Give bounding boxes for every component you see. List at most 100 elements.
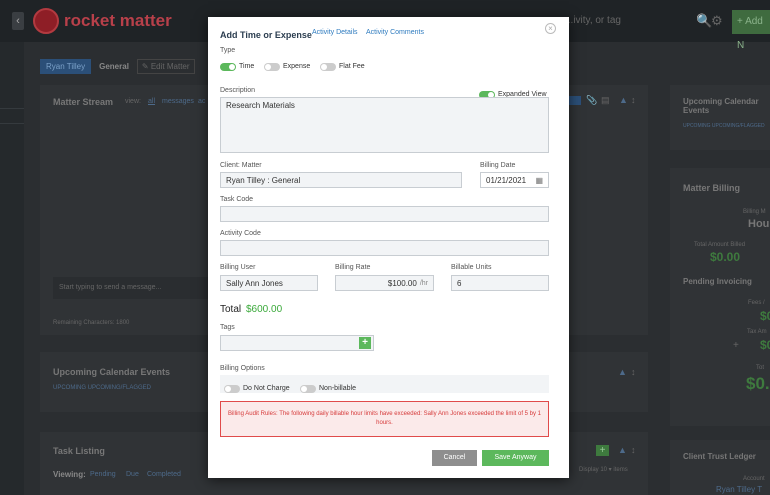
non-billable-toggle[interactable]: Non-billable [300, 380, 356, 398]
do-not-charge-toggle[interactable]: Do Not Charge [224, 380, 290, 398]
tax-label: Tax Am [747, 329, 767, 335]
logo[interactable]: rocket matter [33, 8, 172, 34]
upcoming-events-tabs[interactable]: UPCOMING UPCOMING/FLAGGED [53, 385, 151, 391]
pending-invoicing-title: Pending Invoicing [683, 277, 752, 286]
tab-activity-comments[interactable]: Activity Comments [366, 29, 424, 36]
billing-date-value: 01/21/2021 [486, 175, 527, 185]
close-icon[interactable]: × [545, 23, 556, 34]
search-input[interactable]: ...ivity, or tag [565, 15, 621, 26]
filter-activities[interactable]: ac [198, 98, 205, 105]
toggle-off-icon [264, 62, 280, 71]
tag-icon[interactable]: ▤ [601, 95, 610, 106]
billing-rate-value: $100.00 [387, 278, 417, 288]
calendar-icon[interactable]: ▦ [535, 176, 543, 185]
breadcrumb-matter[interactable]: General [95, 59, 133, 74]
breadcrumb: Ryan Tilley General ✎ Edit Matter [40, 59, 195, 74]
billable-units-value: 6 [457, 278, 462, 288]
matter-stream-title: Matter Stream [53, 97, 114, 107]
billing-method-label: Billing M [743, 209, 766, 215]
total-billed-value: $0.00 [710, 250, 741, 264]
billing-user-field[interactable]: Sally Ann Jones [220, 275, 318, 291]
description-label: Description [220, 87, 256, 94]
billing-rate-field[interactable]: $100.00 /hr [335, 275, 434, 291]
add-time-expense-modal: Add Time or Expense Activity Details Act… [208, 17, 569, 478]
billing-user-label: Billing User [220, 264, 256, 271]
message-input[interactable]: Start typing to send a message... [53, 277, 213, 299]
task-code-label: Task Code [220, 196, 254, 203]
matter-billing-panel: Matter Billing Billing M Hou Total Amoun… [670, 168, 770, 426]
breadcrumb-client[interactable]: Ryan Tilley [40, 59, 92, 74]
billable-units-field[interactable]: 6 [451, 275, 549, 291]
billing-options-label: Billing Options [220, 365, 265, 372]
task-filter-due[interactable]: Due [126, 471, 139, 478]
collapse-icon[interactable]: ▲ [618, 445, 627, 455]
add-tag-plus-icon[interactable]: + [359, 337, 371, 349]
save-anyway-button[interactable]: Save Anyway [482, 450, 549, 466]
client-matter-field[interactable]: Ryan Tilley : General [220, 172, 462, 188]
edit-matter-button[interactable]: ✎ Edit Matter [136, 59, 195, 74]
back-tab[interactable]: ‹ [12, 12, 24, 30]
logo-mark-icon [33, 8, 59, 34]
billing-user-value: Sally Ann Jones [226, 278, 283, 288]
viewing-label: Viewing: [53, 470, 86, 479]
description-textarea[interactable]: Research Materials [220, 97, 549, 153]
display-items-select[interactable]: Display 10 ▾ items [579, 466, 628, 473]
tax-plus-icon[interactable]: + [733, 340, 739, 351]
type-expense-toggle[interactable]: Expense [264, 58, 310, 76]
task-code-field[interactable] [220, 206, 549, 222]
sort-icon[interactable]: ↕ [631, 445, 636, 455]
filter-messages[interactable]: messages [162, 98, 194, 105]
view-label: view: [125, 98, 141, 105]
search-icon[interactable]: 🔍 [696, 13, 712, 29]
attach-icon[interactable]: 📎 [586, 95, 597, 106]
toggle-on-icon [220, 62, 236, 71]
cancel-button[interactable]: Cancel [432, 450, 477, 466]
tags-field[interactable]: + [220, 335, 374, 351]
total-billed-label: Total Amount Billed [694, 242, 746, 248]
add-task-button[interactable]: + [596, 445, 609, 456]
billing-options-row: Do Not Charge Non-billable [220, 375, 549, 393]
billing-rate-label: Billing Rate [335, 264, 371, 271]
left-rail [0, 42, 24, 495]
task-filter-completed[interactable]: Completed [147, 471, 181, 478]
sort-icon[interactable]: ↕ [631, 95, 636, 105]
message-placeholder: Start typing to send a message... [59, 284, 162, 291]
tax-value: $0 [760, 338, 770, 352]
billing-audit-alert: Billing Audit Rules: The following daily… [220, 401, 549, 437]
billing-date-label: Billing Date [480, 162, 516, 169]
billing-date-field[interactable]: 01/21/2021 ▦ [480, 172, 549, 188]
client-matter-value: Ryan Tilley : General [226, 175, 301, 185]
type-flat-fee-toggle[interactable]: Flat Fee [320, 58, 365, 76]
task-filter-pending[interactable]: Pending [90, 471, 116, 478]
account-value[interactable]: Ryan Tilley T [716, 485, 762, 494]
logo-text: rocket matter [64, 11, 172, 30]
collapse-icon[interactable]: ▲ [619, 95, 628, 105]
gear-icon[interactable]: ⚙ [711, 13, 723, 29]
description-value: Research Materials [226, 101, 295, 110]
fees-value: $0 [760, 309, 770, 323]
right-upcoming-panel: Upcoming Calendar Events UPCOMING UPCOMI… [670, 85, 770, 150]
toggle-off-icon [224, 384, 240, 393]
activity-code-field[interactable] [220, 240, 549, 256]
filter-all[interactable]: all [148, 98, 155, 105]
fees-label: Fees / [748, 300, 765, 306]
modal-title: Add Time or Expense [220, 30, 312, 40]
activity-code-label: Activity Code [220, 230, 261, 237]
billing-rate-unit: /hr [419, 279, 428, 287]
collapse-icon[interactable]: ▲ [618, 367, 627, 377]
toggle-off-icon [300, 384, 316, 393]
type-label: Type [220, 47, 236, 54]
add-new-button[interactable]: + Add N [732, 10, 770, 51]
task-listing-title: Task Listing [53, 446, 105, 456]
client-trust-title: Client Trust Ledger [683, 452, 756, 461]
client-matter-label: Client: Matter [220, 162, 262, 169]
sort-icon[interactable]: ↕ [631, 367, 636, 377]
tags-label: Tags [220, 324, 235, 331]
type-time-toggle[interactable]: Time [220, 58, 254, 76]
account-label: Account [743, 476, 765, 482]
right-upcoming-title: Upcoming Calendar Events [683, 97, 759, 115]
billing-method-value: Hou [748, 218, 770, 230]
tab-activity-details[interactable]: Activity Details [312, 29, 358, 36]
toggle-off-icon [320, 62, 336, 71]
right-upcoming-tabs[interactable]: UPCOMING UPCOMING/FLAGGED [683, 123, 765, 129]
